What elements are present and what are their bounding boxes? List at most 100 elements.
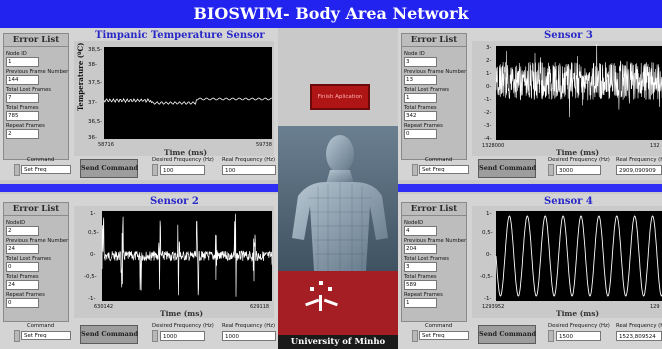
y-tick-labels: 38,5- 38- 37,5- 37- 36,5- 36- <box>88 47 102 141</box>
prev-frame-field: 13 <box>404 75 437 85</box>
x-tick-start: 1328000 <box>482 143 504 149</box>
send-command-button[interactable]: Send Command <box>478 159 536 178</box>
repeat-frames-field: 1 <box>404 298 437 308</box>
desired-freq-spinner[interactable] <box>152 330 158 342</box>
error-list-title: Error List <box>401 202 467 216</box>
desired-freq-input[interactable]: 100 <box>160 165 205 175</box>
send-command-button[interactable]: Send Command <box>80 325 138 344</box>
prev-frame-field: 204 <box>404 244 437 254</box>
total-frames-field: 785 <box>6 111 39 121</box>
desired-freq-input[interactable]: 1500 <box>556 331 601 341</box>
prev-frame-field: 24 <box>6 244 39 254</box>
error-list-title: Error List <box>3 202 69 216</box>
y-tick: 1- <box>486 211 491 217</box>
y-tick: -0,5- <box>84 274 97 280</box>
repeat-frames-field: 0 <box>6 298 39 308</box>
desired-freq-spinner[interactable] <box>548 330 554 342</box>
x-tick-start: 1293952 <box>482 304 504 310</box>
real-freq-field: 1523,809524 <box>616 331 662 341</box>
lost-frames-label: Total Lost Frames <box>404 87 449 93</box>
sensor-2-chart-svg: 1- 0,5- 0- -0,5- -1- 630142 629118 Time … <box>84 211 273 318</box>
command-spinner[interactable] <box>412 164 418 176</box>
desired-freq-label: Desired Frequency (Hz) <box>152 157 214 163</box>
panel-title: Timpanic Temperature Sensor <box>95 30 265 41</box>
desired-freq-spinner[interactable] <box>548 164 554 176</box>
y-tick: 37,5- <box>88 80 102 86</box>
real-freq-label: Real Frequency (Hz) <box>616 157 662 163</box>
real-freq-label: Real Frequency (Hz) <box>222 323 276 329</box>
repeat-frames-label: Repeat Frames <box>404 123 443 129</box>
y-tick: -3- <box>484 123 491 129</box>
total-frames-label: Total Frames <box>404 274 437 280</box>
sensor-3-chart: 3- 2- 1- 0- -1- -2- -3- -4- 1328000 132 … <box>472 41 662 156</box>
y-tick: 2- <box>486 58 491 64</box>
x-tick-start: 58716 <box>98 142 114 148</box>
command-spinner[interactable] <box>412 330 418 342</box>
desired-freq-input[interactable]: 3000 <box>556 165 601 175</box>
y-tick: 0,5- <box>88 230 99 236</box>
x-axis-label: Time (ms) <box>160 309 203 318</box>
prev-frame-label: Previous Frame Number <box>404 238 467 244</box>
panel-sensor-3: Error List Node ID 3 Previous Frame Numb… <box>398 28 662 180</box>
y-tick: 1- <box>486 71 491 77</box>
x-axis-label: Time (ms) <box>556 309 599 318</box>
lost-frames-field: 1 <box>404 93 437 103</box>
error-list: Error List NodeID 2 Previous Frame Numbe… <box>3 202 69 322</box>
y-tick: 0- <box>486 84 491 90</box>
y-tick: -1- <box>88 296 95 302</box>
desired-freq-input[interactable]: 1000 <box>160 331 205 341</box>
x-axis-label: Time (ms) <box>556 148 599 156</box>
prev-frame-label: Previous Frame Number <box>404 69 467 75</box>
y-tick: 3- <box>486 45 491 51</box>
real-freq-label: Real Frequency (Hz) <box>616 323 662 329</box>
command-spinner[interactable] <box>14 330 20 342</box>
y-tick: -0,5- <box>480 274 493 280</box>
temperature-chart: Temperature (ºC) 38,5- 38- 37,5- 37- 36,… <box>74 41 274 156</box>
lost-frames-field: 7 <box>6 93 39 103</box>
command-select[interactable]: Set Freq <box>21 165 71 174</box>
command-select[interactable]: Set Freq <box>21 331 71 340</box>
total-frames-field: 589 <box>404 280 437 290</box>
repeat-frames-label: Repeat Frames <box>404 292 443 298</box>
total-frames-label: Total Frames <box>404 105 437 111</box>
y-tick: 38,5- <box>88 47 102 53</box>
desired-freq-label: Desired Frequency (Hz) <box>548 157 610 163</box>
command-label: Command <box>425 323 453 329</box>
command-label: Command <box>425 157 453 163</box>
y-tick: 0- <box>486 252 491 258</box>
command-select[interactable]: Set Freq <box>419 331 469 340</box>
command-select[interactable]: Set Freq <box>419 165 469 174</box>
total-frames-label: Total Frames <box>6 274 39 280</box>
y-axis-label: Temperature (ºC) <box>76 43 85 111</box>
y-tick: -1- <box>484 97 491 103</box>
panel-title: Sensor 3 <box>544 30 593 41</box>
command-spinner[interactable] <box>14 164 20 176</box>
total-frames-label: Total Frames <box>6 105 39 111</box>
lost-frames-label: Total Lost Frames <box>404 256 449 262</box>
error-list-title: Error List <box>401 33 467 47</box>
lost-frames-field: 3 <box>404 262 437 272</box>
separator <box>0 184 278 192</box>
finish-application-button[interactable]: Finish Aplication <box>310 84 370 110</box>
x-tick-end: 132 <box>650 143 660 149</box>
university-logo-icon: University of Minho <box>278 271 398 349</box>
x-tick-end: 629118 <box>250 304 269 310</box>
body-model-svg <box>292 135 388 271</box>
send-command-button[interactable]: Send Command <box>478 325 536 344</box>
repeat-frames-label: Repeat Frames <box>6 123 45 129</box>
real-freq-field: 100 <box>222 165 276 175</box>
y-tick: -2- <box>484 110 491 116</box>
university-name: University of Minho <box>278 335 398 349</box>
y-tick: 38- <box>88 62 97 68</box>
anatomical-body-icon <box>278 126 398 271</box>
node-id-field: 2 <box>6 226 39 236</box>
repeat-frames-field: 0 <box>404 129 437 139</box>
sensor-4-chart-svg: 1- 0,5- 0- -0,5- -1- 1293952 129 Time (m… <box>480 211 662 318</box>
desired-freq-spinner[interactable] <box>152 164 158 176</box>
real-freq-label: Real Frequency (Hz) <box>222 157 276 163</box>
command-label: Command <box>27 323 55 329</box>
logo-mark <box>305 281 338 311</box>
error-list: Error List NodeID 4 Previous Frame Numbe… <box>401 202 467 322</box>
send-command-button[interactable]: Send Command <box>80 159 138 178</box>
y-tick: 0,5- <box>482 230 493 236</box>
